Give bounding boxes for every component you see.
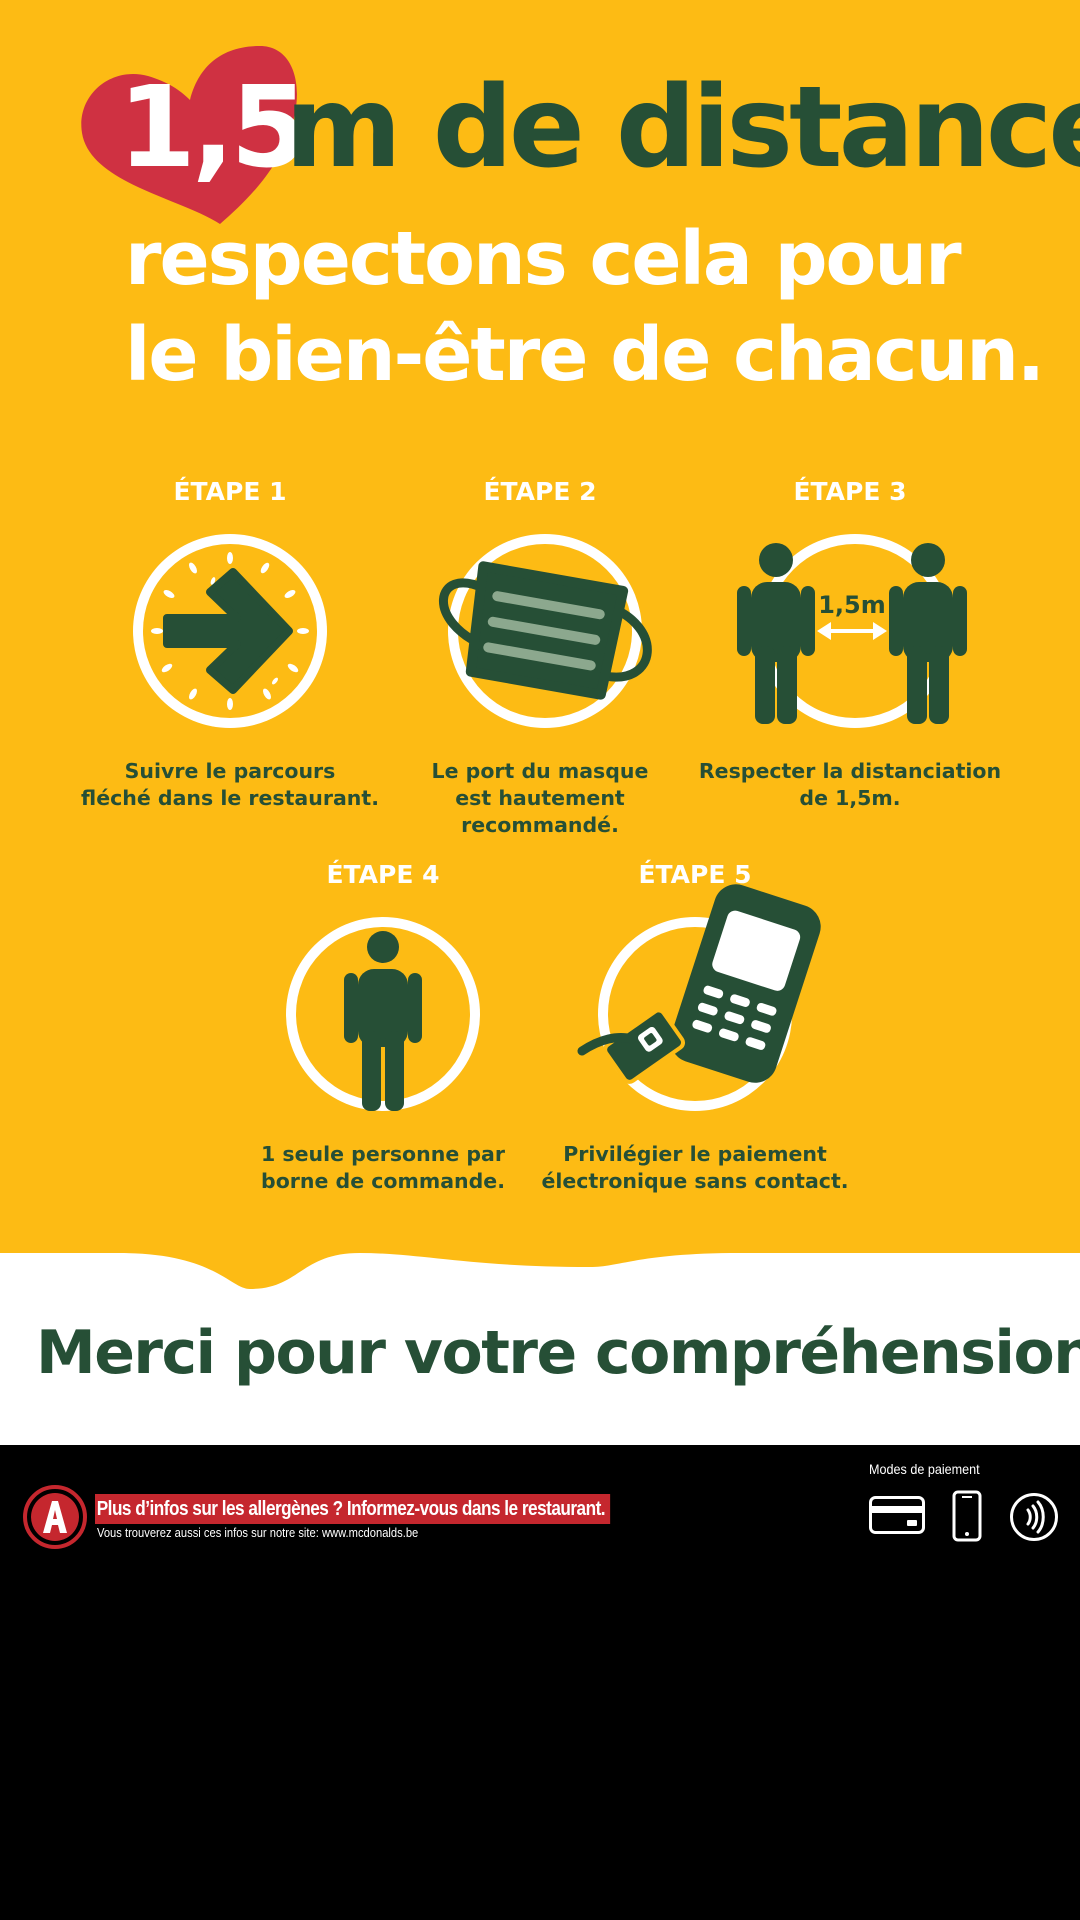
face-mask-icon (439, 534, 652, 728)
headline-title: m de distance, (285, 63, 1080, 193)
step-3: ÉTAPE 3 1,5m Respecter la distanciation … (685, 472, 1015, 812)
distance-label: 1,5m (818, 591, 886, 619)
poster: 1,5 m de distance, respectons cela pour … (0, 0, 1080, 1920)
contactless-payment-icon (577, 884, 821, 1111)
headline-line-3: le bien-être de chacun. (125, 312, 1045, 398)
credit-card-icon (869, 1496, 925, 1534)
social-distance-icon: 1,5m (737, 534, 967, 728)
step-2: ÉTAPE 2 Le port du masque est hautement … (375, 472, 705, 839)
step-4-text: 1 seule personne par borne de commande. (261, 1142, 505, 1193)
arrow-icon (133, 534, 327, 728)
step-2-text: Le port du masque est hautement recomman… (431, 759, 649, 837)
thanks-message: Merci pour votre compréhension. (36, 1318, 1080, 1388)
step-1: ÉTAPE 1 Suivre le parcours fléché dans l… (65, 472, 395, 812)
contactless-icon (1010, 1493, 1058, 1541)
headline-line-2: respectons cela pour (125, 216, 962, 302)
step-5: ÉTAPE 5 Privilégier le paiement électron… (530, 855, 860, 1195)
step-3-text: Respecter la distanciation de 1,5m. (698, 759, 1002, 810)
payment-methods-label: Modes de paiement (869, 1461, 980, 1477)
wave-divider (0, 1245, 1080, 1289)
step-1-text: Suivre le parcours fléché dans le restau… (81, 759, 379, 810)
allergen-a-icon (23, 1485, 87, 1549)
step-4: ÉTAPE 4 1 seule personne par borne de co… (218, 855, 548, 1195)
step-5-text: Privilégier le paiement électronique san… (541, 1142, 849, 1193)
headline-distance-number: 1,5 (118, 63, 308, 193)
single-person-icon (286, 917, 480, 1111)
allergen-info-subtitle: Vous trouverez aussi ces infos sur notre… (97, 1525, 419, 1540)
allergen-info-title: Plus d’infos sur les allergènes ? Inform… (95, 1494, 611, 1524)
smartphone-icon (952, 1490, 982, 1542)
